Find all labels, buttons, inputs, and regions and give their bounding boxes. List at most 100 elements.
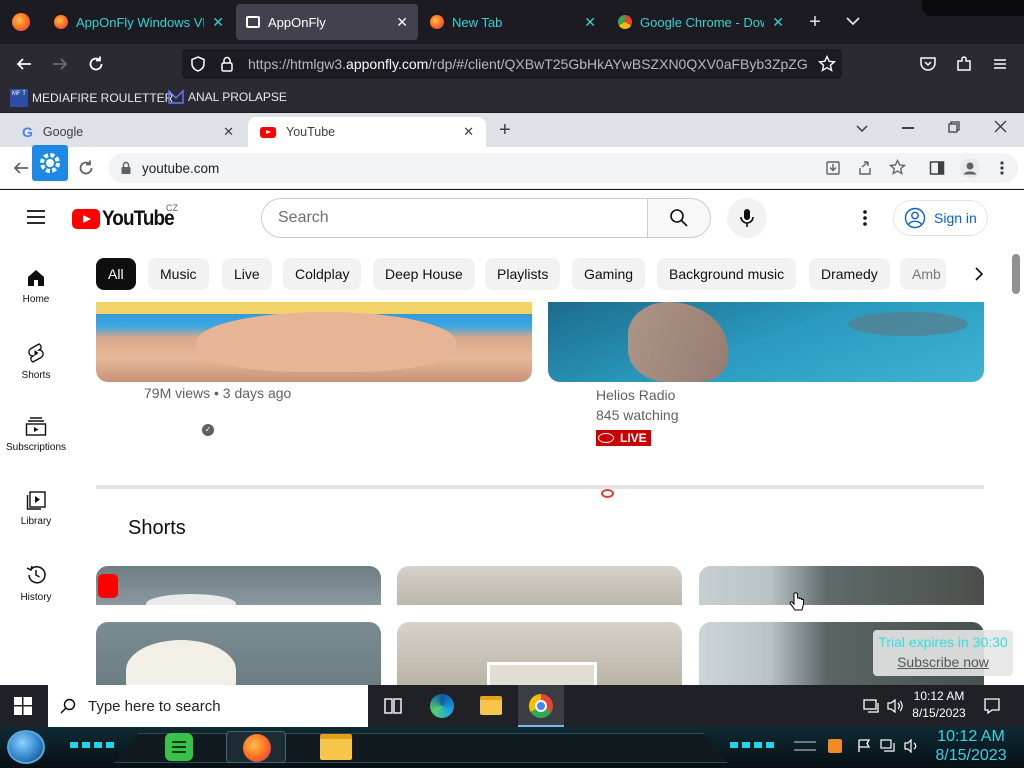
guide-menu-icon[interactable] (26, 209, 46, 225)
verified-check-icon: ✓ (202, 424, 214, 436)
tab-search-chevron-icon[interactable] (855, 122, 869, 136)
short-thumbnail-1[interactable] (96, 566, 381, 605)
profile-avatar-icon[interactable] (960, 158, 980, 178)
minimize-icon[interactable] (902, 127, 914, 129)
file-explorer-icon[interactable] (480, 696, 502, 715)
notes-app-icon[interactable] (165, 733, 193, 761)
page-scrollbar-thumb[interactable] (1012, 254, 1020, 294)
ff-tab-label: Google Chrome - Download (640, 14, 764, 30)
chip-live[interactable]: Live (222, 258, 272, 290)
close-icon[interactable]: ✕ (396, 14, 408, 31)
reload-icon[interactable] (87, 55, 105, 73)
search-input[interactable]: Search (261, 198, 648, 238)
library-icon (26, 491, 46, 510)
ff-tab-new-tab[interactable]: New Tab ✕ (420, 4, 606, 40)
tray-app-icon[interactable] (828, 739, 842, 753)
settings-kebab-icon[interactable] (862, 209, 868, 227)
close-icon[interactable]: ✕ (223, 124, 234, 140)
firefox-favicon-icon (430, 15, 444, 29)
chips-next-chevron-icon[interactable] (972, 266, 986, 282)
side-panel-icon[interactable] (929, 160, 945, 176)
lock-icon[interactable] (120, 161, 132, 175)
chip-coldplay[interactable]: Coldplay (283, 258, 362, 290)
lock-icon[interactable] (220, 56, 234, 72)
folder-icon[interactable] (320, 734, 352, 760)
flag-icon[interactable] (857, 739, 871, 753)
cr-tab-google[interactable]: G Google ✕ (10, 117, 246, 147)
windows-start-icon[interactable] (14, 697, 32, 715)
ff-tab-chrome-download[interactable]: Google Chrome - Download ✕ (608, 4, 794, 40)
install-app-icon[interactable] (825, 160, 841, 176)
close-icon[interactable]: ✕ (772, 14, 784, 31)
volume-icon[interactable] (887, 698, 905, 714)
network-icon[interactable] (880, 739, 896, 753)
chrome-omnibox[interactable]: youtube.com (108, 153, 1018, 183)
taskbar-chrome-button[interactable] (518, 685, 564, 727)
back-arrow-icon[interactable] (15, 55, 33, 73)
taskbar-clock[interactable]: 10:12 AM 8/15/2023 (908, 688, 970, 722)
chip-playlists[interactable]: Playlists (485, 258, 561, 290)
cr-tab-youtube[interactable]: YouTube ✕ (248, 117, 486, 147)
reload-icon[interactable] (77, 159, 95, 177)
subscribe-now-link[interactable]: Subscribe now (873, 654, 1013, 670)
live-badge: LIVE (596, 430, 651, 446)
short-thumbnail-3[interactable] (699, 566, 984, 605)
chip-all[interactable]: All (96, 258, 136, 290)
video-thumbnail-1[interactable] (96, 302, 532, 382)
chip-ambient-truncated[interactable]: Amb (900, 258, 946, 290)
menu-hamburger-icon[interactable] (991, 55, 1009, 73)
host-clock[interactable]: 10:12 AM 8/15/2023 (930, 727, 1012, 765)
task-view-icon[interactable] (383, 696, 403, 716)
nav-history[interactable]: History (0, 564, 72, 603)
chip-dramedy[interactable]: Dramedy (809, 258, 890, 290)
video-thumbnail-2[interactable] (548, 302, 984, 382)
nav-library[interactable]: Library (0, 490, 72, 527)
bookmark-second[interactable]: ANAL PROLAPSE (168, 89, 287, 105)
chrome-menu-kebab-icon[interactable] (999, 160, 1005, 176)
edge-icon[interactable] (430, 694, 454, 718)
forward-arrow-icon[interactable] (51, 55, 69, 73)
close-icon[interactable]: ✕ (463, 124, 474, 140)
nav-home[interactable]: Home (0, 268, 72, 305)
nav-subscriptions[interactable]: Subscriptions (0, 416, 72, 453)
firefox-dock-button[interactable] (226, 731, 286, 763)
gear-icon[interactable] (32, 145, 68, 181)
network-icon[interactable] (863, 698, 881, 714)
notifications-icon[interactable] (983, 697, 1001, 715)
shield-icon[interactable] (190, 56, 206, 72)
ff-tab-apponfly[interactable]: AppOnFly ✕ (236, 4, 418, 40)
search-button[interactable] (647, 198, 711, 238)
short-thumbnail-5[interactable] (397, 622, 682, 685)
short-thumbnail-2[interactable] (397, 566, 682, 605)
volume-icon[interactable] (904, 739, 920, 753)
window-close-icon[interactable] (994, 120, 1007, 133)
new-tab-plus-icon[interactable]: + (499, 119, 511, 142)
taskbar-search-box[interactable]: Type here to search (48, 685, 368, 727)
short-thumbnail-4[interactable] (96, 622, 381, 685)
close-icon[interactable]: ✕ (584, 14, 596, 31)
bookmark-mediafire[interactable]: MF T MEDIAFIRE ROULETTER (10, 89, 173, 107)
voice-search-button[interactable] (727, 198, 767, 238)
chip-music[interactable]: Music (148, 258, 209, 290)
extensions-puzzle-icon[interactable] (955, 55, 973, 73)
chip-gaming[interactable]: Gaming (572, 258, 646, 290)
sign-in-button[interactable]: Sign in (893, 200, 988, 236)
pocket-icon[interactable] (919, 55, 937, 73)
ff-tab-apponfly-vps[interactable]: AppOnFly Windows VPS ✕ (44, 4, 234, 40)
orb-start-icon[interactable] (7, 730, 45, 764)
chip-deep-house[interactable]: Deep House (373, 258, 475, 290)
new-tab-plus-icon[interactable]: + (805, 10, 825, 34)
bookmark-star-icon[interactable] (889, 159, 906, 176)
youtube-page: YouTube CZ Search Sign in All Music Live… (0, 190, 1024, 685)
list-all-tabs-chevron-icon[interactable] (844, 12, 862, 30)
back-arrow-icon[interactable] (12, 159, 30, 177)
close-icon[interactable]: ✕ (212, 14, 224, 31)
nav-shorts[interactable]: Shorts (0, 342, 72, 381)
chip-background-music[interactable]: Background music (657, 258, 797, 290)
share-icon[interactable] (857, 160, 873, 176)
restore-icon[interactable] (948, 121, 960, 133)
bookmark-star-icon[interactable] (818, 55, 836, 73)
ff-url-bar[interactable]: https://htmlgw3.apponfly.com/rdp/#/clien… (182, 49, 842, 79)
firefox-logo-icon[interactable] (12, 13, 30, 31)
video2-channel[interactable]: Helios Radio (596, 387, 675, 403)
